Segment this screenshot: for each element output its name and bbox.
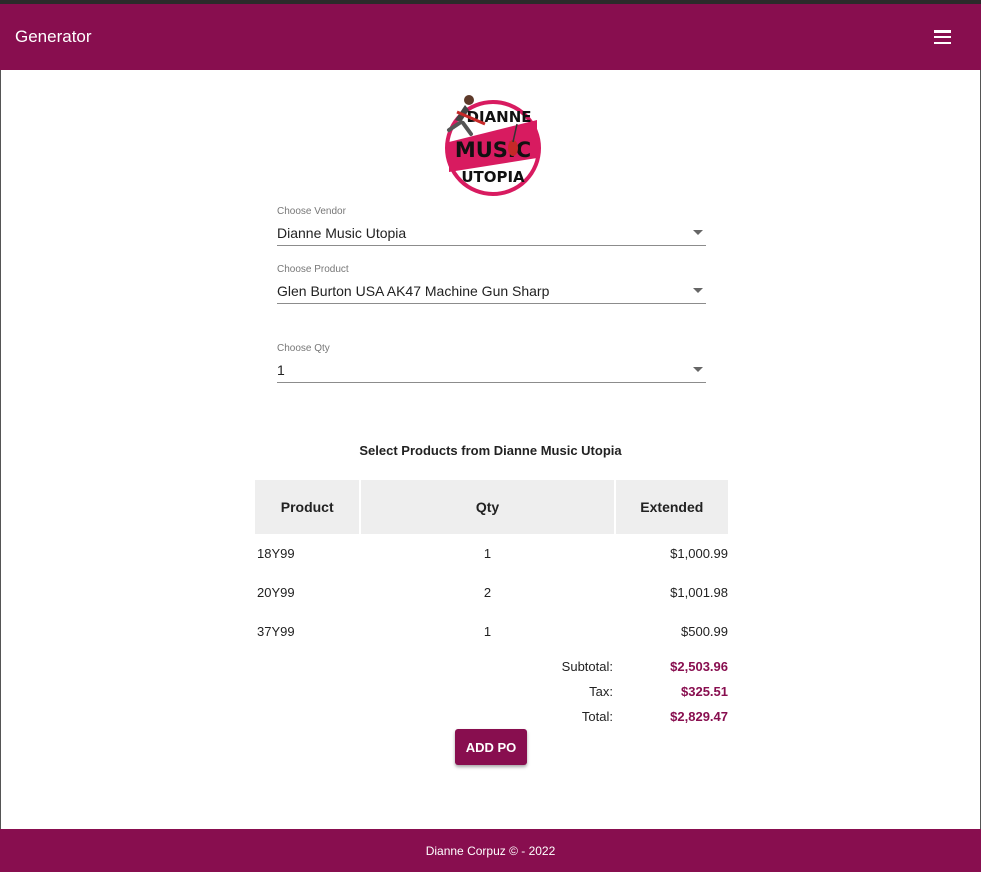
total-value: $2,829.47: [670, 709, 728, 724]
footer-text: Dianne Corpuz © - 2022: [425, 843, 556, 858]
hamburger-menu-icon[interactable]: [934, 30, 951, 44]
tax-value: $325.51: [681, 684, 728, 699]
subtotal-value: $2,503.96: [670, 659, 728, 674]
logo-text-top: DIANNE: [467, 108, 532, 126]
column-header-extended: Extended: [614, 480, 728, 534]
vendor-logo: DIANNE MUSIC UTOPIA: [445, 95, 541, 196]
product-select[interactable]: Choose Product Glen Burton USA AK47 Mach…: [277, 264, 706, 304]
logo-text-middle: MUSIC: [455, 138, 531, 162]
vendor-select-label: Choose Vendor: [277, 206, 346, 217]
vendor-select[interactable]: Choose Vendor Dianne Music Utopia: [277, 206, 706, 246]
product-select-value: Glen Burton USA AK47 Machine Gun Sharp: [277, 282, 550, 299]
logo-text-bottom: UTOPIA: [461, 168, 525, 186]
tax-row: Tax: $325.51: [520, 679, 728, 704]
cell-product: 18Y99: [257, 546, 295, 561]
table-row: 37Y99 1 $500.99: [255, 612, 728, 651]
qty-select-label: Choose Qty: [277, 343, 330, 354]
chevron-down-icon: [693, 230, 703, 235]
subtotal-label: Subtotal:: [561, 659, 613, 674]
cell-product: 37Y99: [257, 624, 295, 639]
cell-qty: 2: [483, 585, 492, 600]
table-row: 18Y99 1 $1,000.99: [255, 534, 728, 573]
vendor-select-value: Dianne Music Utopia: [277, 224, 407, 241]
chevron-down-icon: [693, 367, 703, 372]
cell-qty: 1: [483, 546, 492, 561]
cell-extended: $500.99: [681, 624, 728, 639]
cell-product: 20Y99: [257, 585, 295, 600]
cell-extended: $1,001.98: [670, 585, 728, 600]
totals-summary: Subtotal: $2,503.96 Tax: $325.51 Total: …: [520, 654, 728, 729]
total-label: Total:: [581, 709, 613, 724]
products-table: Product Qty Extended 18Y99 1 $1,000.99 2…: [255, 480, 728, 651]
qty-select-value: 1: [277, 361, 285, 378]
add-po-button[interactable]: ADD PO: [455, 729, 527, 765]
section-title: Select Products from Dianne Music Utopia: [359, 443, 622, 458]
subtotal-row: Subtotal: $2,503.96: [520, 654, 728, 679]
chevron-down-icon: [693, 288, 703, 293]
column-header-qty: Qty: [360, 480, 616, 534]
table-row: 20Y99 2 $1,001.98: [255, 573, 728, 612]
qty-select[interactable]: Choose Qty 1: [277, 343, 706, 383]
product-select-label: Choose Product: [277, 264, 349, 275]
app-header: Generator: [0, 4, 981, 70]
tax-label: Tax:: [589, 684, 613, 699]
app-title: Generator: [15, 27, 92, 46]
column-header-product: Product: [255, 480, 362, 534]
total-row: Total: $2,829.47: [520, 704, 728, 729]
app-footer: Dianne Corpuz © - 2022: [0, 829, 981, 872]
cell-extended: $1,000.99: [670, 546, 728, 561]
cell-qty: 1: [483, 624, 492, 639]
